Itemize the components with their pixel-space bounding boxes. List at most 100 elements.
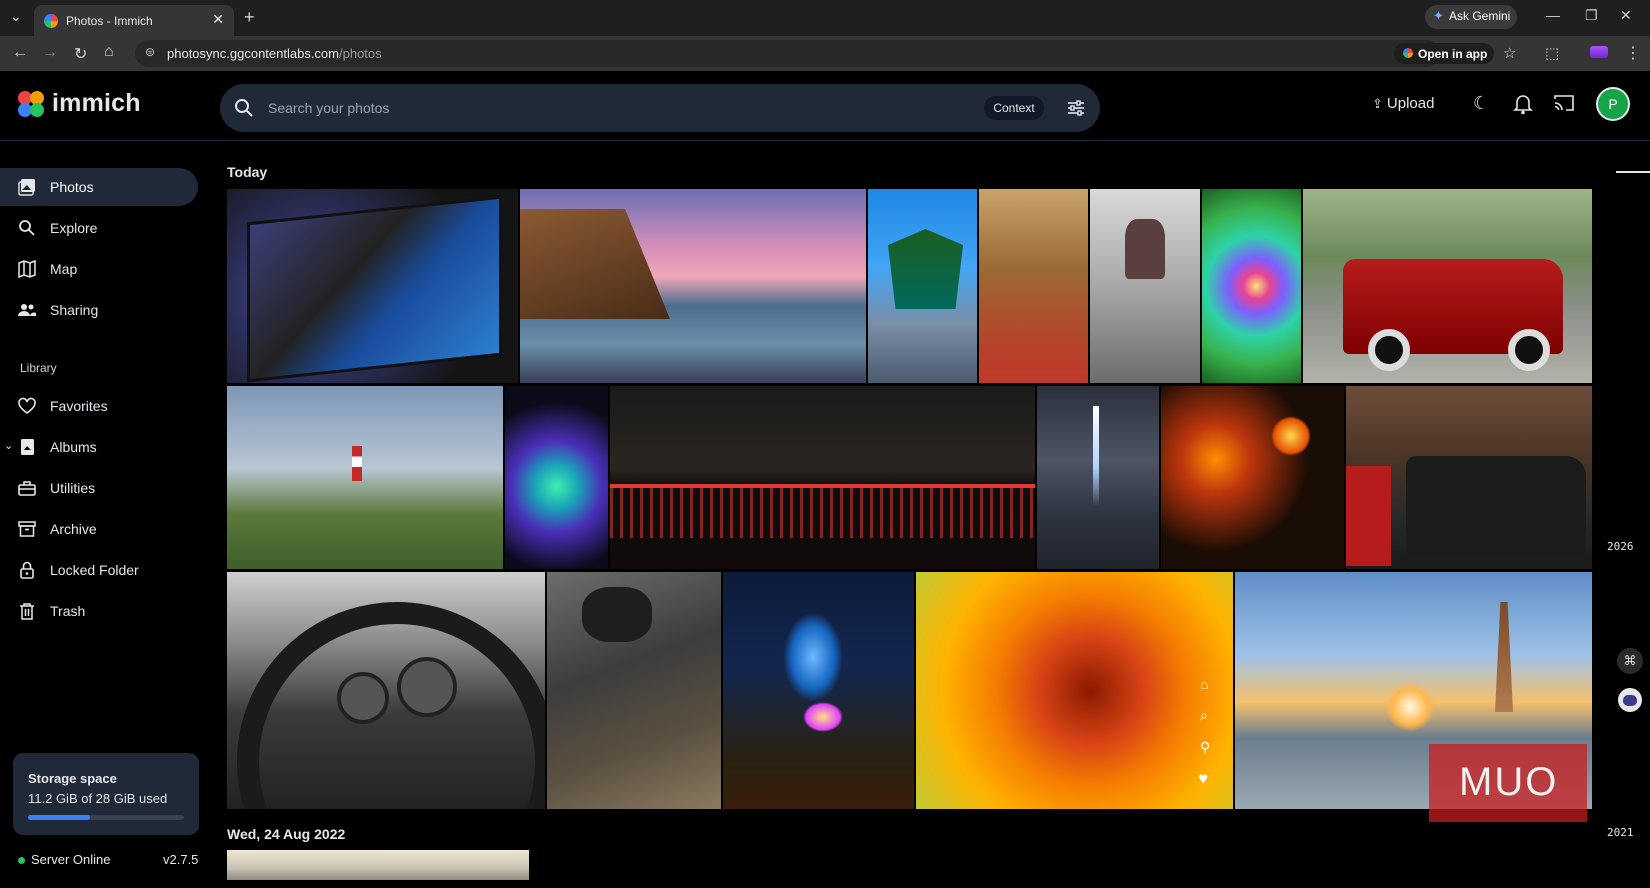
profile-icon[interactable] — [1590, 46, 1608, 58]
photo-thumbnail[interactable] — [723, 572, 914, 809]
photo-thumbnail[interactable] — [520, 189, 866, 383]
chevron-down-icon[interactable]: ⌄ — [4, 439, 13, 452]
upload-label: Upload — [1386, 95, 1435, 112]
sidebar-item-label: Photos — [50, 179, 94, 195]
scrubber-year[interactable]: 2026 — [1607, 540, 1634, 553]
sidebar-item-label: Trash — [50, 603, 86, 619]
trash-icon — [20, 603, 34, 620]
sidebar-item-archive[interactable]: Archive — [0, 510, 198, 548]
context-search-toggle[interactable]: Context — [984, 96, 1044, 120]
assistant-bot-icon[interactable] — [1618, 688, 1642, 712]
photo-thumbnail[interactable] — [227, 572, 545, 809]
sidebar-item-sharing[interactable]: Sharing — [0, 291, 198, 329]
reload-icon[interactable]: ↻ — [74, 44, 87, 64]
storage-card[interactable]: Storage space 11.2 GiB of 28 GiB used — [13, 753, 199, 835]
home-icon: ⌂ — [1200, 676, 1209, 692]
sidebar-item-explore[interactable]: Explore — [0, 209, 198, 247]
upload-button[interactable]: ⇪ Upload — [1372, 95, 1434, 112]
scrubber-year[interactable]: 2021 — [1607, 826, 1634, 839]
close-tab-icon[interactable]: ✕ — [212, 11, 224, 28]
server-status: Server Online — [18, 852, 110, 867]
photo-thumbnail[interactable] — [1202, 189, 1301, 383]
sidebar-item-trash[interactable]: Trash — [0, 592, 198, 630]
server-status-label: Server Online — [31, 852, 111, 867]
search-bar[interactable]: Context — [220, 84, 1100, 132]
search-input[interactable] — [268, 96, 868, 120]
menu-dots-icon[interactable]: ⋮ — [1625, 43, 1641, 63]
albums-icon — [21, 439, 34, 455]
zoom-icon: ⌕ — [1200, 707, 1208, 723]
close-window-icon[interactable]: ✕ — [1620, 7, 1632, 24]
photo-thumbnail[interactable] — [227, 189, 518, 383]
photo-thumbnail[interactable] — [1090, 189, 1200, 383]
photo-thumbnail[interactable] — [227, 386, 503, 569]
ask-gemini-button[interactable]: Ask Gemini — [1425, 5, 1517, 29]
sharing-icon — [18, 304, 36, 316]
date-group-header: Wed, 24 Aug 2022 — [227, 826, 346, 842]
app-header: immich Context ⇪Upload ☾ P — [0, 71, 1650, 141]
sidebar-item-label: Map — [50, 261, 78, 277]
lock-icon — [20, 561, 34, 579]
date-group-header: Today — [227, 164, 268, 180]
photo-thumbnail[interactable] — [227, 850, 529, 880]
user-avatar[interactable]: P — [1596, 87, 1630, 121]
sidebar-item-label: Sharing — [50, 302, 99, 318]
storage-title: Storage space — [28, 771, 117, 786]
storage-progress-bar — [28, 815, 184, 820]
shortcut-command-icon[interactable]: ⌘ — [1617, 648, 1643, 674]
search-filter-icon[interactable] — [1066, 98, 1086, 118]
forward-icon[interactable]: → — [42, 44, 58, 62]
sidebar-item-utilities[interactable]: Utilities — [0, 469, 198, 507]
sidebar-item-photos[interactable]: Photos — [0, 168, 198, 206]
photo-thumbnail[interactable] — [1037, 386, 1159, 569]
cast-icon[interactable] — [1553, 93, 1575, 113]
scrubber-indicator — [1616, 171, 1650, 173]
upload-icon: ⇪ — [1372, 96, 1383, 111]
home-icon[interactable]: ⌂ — [104, 43, 114, 61]
site-info-icon[interactable]: ⊜ — [145, 45, 155, 59]
brand-name[interactable]: immich — [52, 89, 141, 118]
map-icon — [18, 260, 36, 278]
url-field[interactable]: ⊜ photosync.ggcontentlabs.com/photos Ope… — [135, 40, 1516, 67]
new-tab-icon[interactable]: + — [244, 7, 255, 28]
sidebar-item-label: Explore — [50, 220, 98, 236]
sidebar-item-label: Locked Folder — [50, 562, 139, 578]
photo-thumbnail[interactable] — [1161, 386, 1344, 569]
photo-thumbnail[interactable] — [610, 386, 1035, 569]
sidebar-item-label: Favorites — [50, 398, 108, 414]
notifications-bell-icon[interactable] — [1513, 93, 1533, 115]
photo-thumbnail[interactable] — [979, 189, 1088, 383]
browser-tab[interactable]: Photos - Immich ✕ — [34, 5, 234, 36]
photo-thumbnail[interactable]: ⌂ ⌕ ⚲ ♥ — [916, 572, 1233, 809]
back-icon[interactable]: ← — [12, 44, 28, 62]
storage-usage: 11.2 GiB of 28 GiB used — [28, 791, 168, 806]
extensions-icon[interactable]: ⬚ — [1545, 44, 1559, 62]
photo-thumbnail[interactable] — [547, 572, 721, 809]
bookmark-star-icon[interactable]: ☆ — [1503, 44, 1516, 62]
url-host: photosync.ggcontentlabs.com — [167, 46, 339, 61]
minimize-icon[interactable]: — — [1546, 7, 1560, 23]
open-in-app-button[interactable]: Open in app — [1394, 43, 1494, 64]
browser-tab-bar: ⌄ Photos - Immich ✕ + Ask Gemini — ❐ ✕ — [0, 0, 1650, 36]
photo-thumbnail[interactable] — [505, 386, 608, 569]
watermark-text: MUO — [1459, 760, 1559, 804]
sidebar-item-locked-folder[interactable]: Locked Folder — [0, 551, 198, 589]
photo-thumbnail[interactable] — [1303, 189, 1592, 383]
sidebar-item-label: Utilities — [50, 480, 96, 496]
watermark-logo: MUO — [1429, 744, 1587, 822]
url-path: /photos — [339, 46, 382, 61]
sidebar-item-favorites[interactable]: Favorites — [0, 387, 198, 425]
photo-thumbnail[interactable] — [1346, 386, 1592, 569]
server-version[interactable]: v2.7.5 — [163, 852, 198, 867]
restore-icon[interactable]: ❐ — [1585, 7, 1598, 24]
sidebar-item-label: Albums — [50, 439, 97, 455]
sidebar-item-map[interactable]: Map — [0, 250, 198, 288]
immich-logo-icon[interactable] — [18, 91, 46, 119]
sidebar-item-albums[interactable]: ⌄ Albums — [0, 428, 198, 466]
sidebar: Photos Explore Map Sharing Library Favor… — [0, 141, 205, 888]
theme-toggle-icon[interactable]: ☾ — [1473, 93, 1489, 114]
photo-thumbnail[interactable] — [868, 189, 977, 383]
utilities-icon — [18, 481, 36, 496]
tab-title: Photos - Immich — [66, 14, 153, 28]
tab-search-icon[interactable]: ⌄ — [10, 8, 22, 25]
